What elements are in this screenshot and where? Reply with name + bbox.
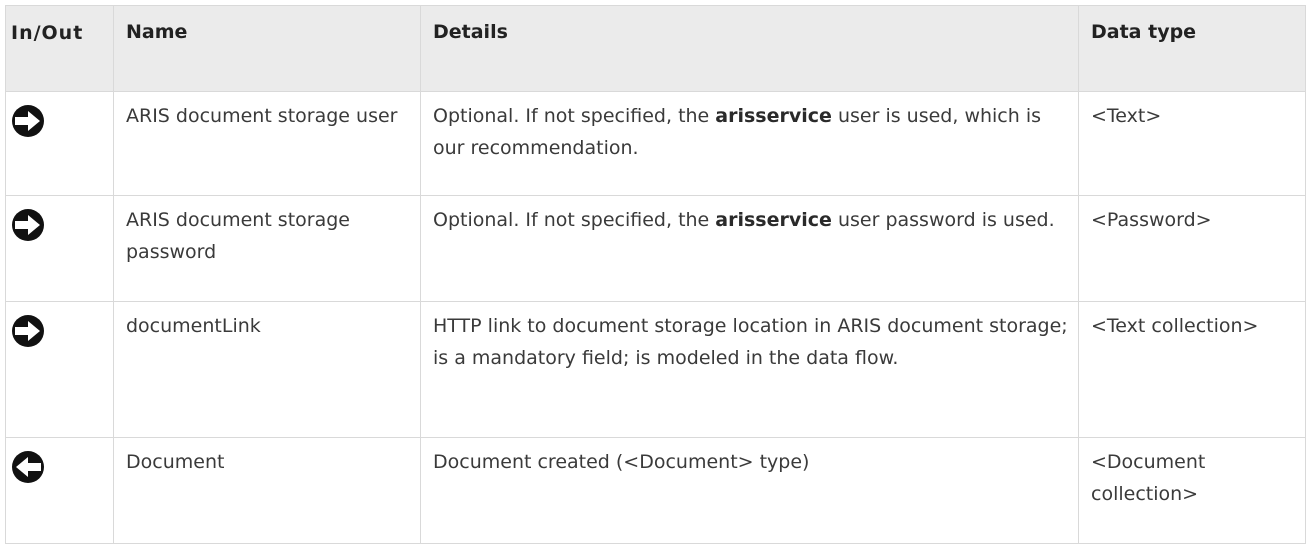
param-details: Optional. If not specified, the arisserv… [420,195,1079,302]
param-name: documentLink [113,301,421,438]
details-text: Document created (<Document> type) [433,451,810,473]
table-row: Document Document created (<Document> ty… [5,437,1306,544]
direction-cell [5,437,114,544]
param-data-type: <Text collection> [1078,301,1306,438]
direction-cell [5,91,114,196]
details-bold-text: arisservice [715,105,832,127]
header-data-type: Data type [1078,5,1306,92]
header-in-out: In/Out [5,5,114,92]
arrow-right-icon [12,209,44,241]
header-details: Details [420,5,1079,92]
direction-cell [5,301,114,438]
parameters-table: In/Out Name Details Data type ARIS docum… [5,5,1306,544]
param-data-type: <Text> [1078,91,1306,196]
arrow-left-icon [12,451,44,483]
param-data-type: <Password> [1078,195,1306,302]
table-row: documentLink HTTP link to document stora… [5,301,1306,438]
details-bold-text: arisservice [715,209,832,231]
details-text: user password is used. [831,209,1055,231]
param-details: Document created (<Document> type) [420,437,1079,544]
table-row: ARIS document storage user Optional. If … [5,91,1306,196]
header-name: Name [113,5,421,92]
param-name: ARIS document storage user [113,91,421,196]
param-name: Document [113,437,421,544]
param-details: HTTP link to document storage location i… [420,301,1079,438]
arrow-right-icon [12,105,44,137]
table-row: ARIS document storage password Optional.… [5,195,1306,302]
direction-cell [5,195,114,302]
details-text: Optional. If not specified, the [433,105,716,127]
param-name: ARIS document storage password [113,195,421,302]
table-header-row: In/Out Name Details Data type [5,5,1306,92]
arrow-right-icon [12,315,44,347]
details-text: Optional. If not specified, the [433,209,716,231]
param-details: Optional. If not specified, the arisserv… [420,91,1079,196]
param-data-type: <Document collection> [1078,437,1306,544]
details-text: HTTP link to document storage location i… [433,315,1068,369]
